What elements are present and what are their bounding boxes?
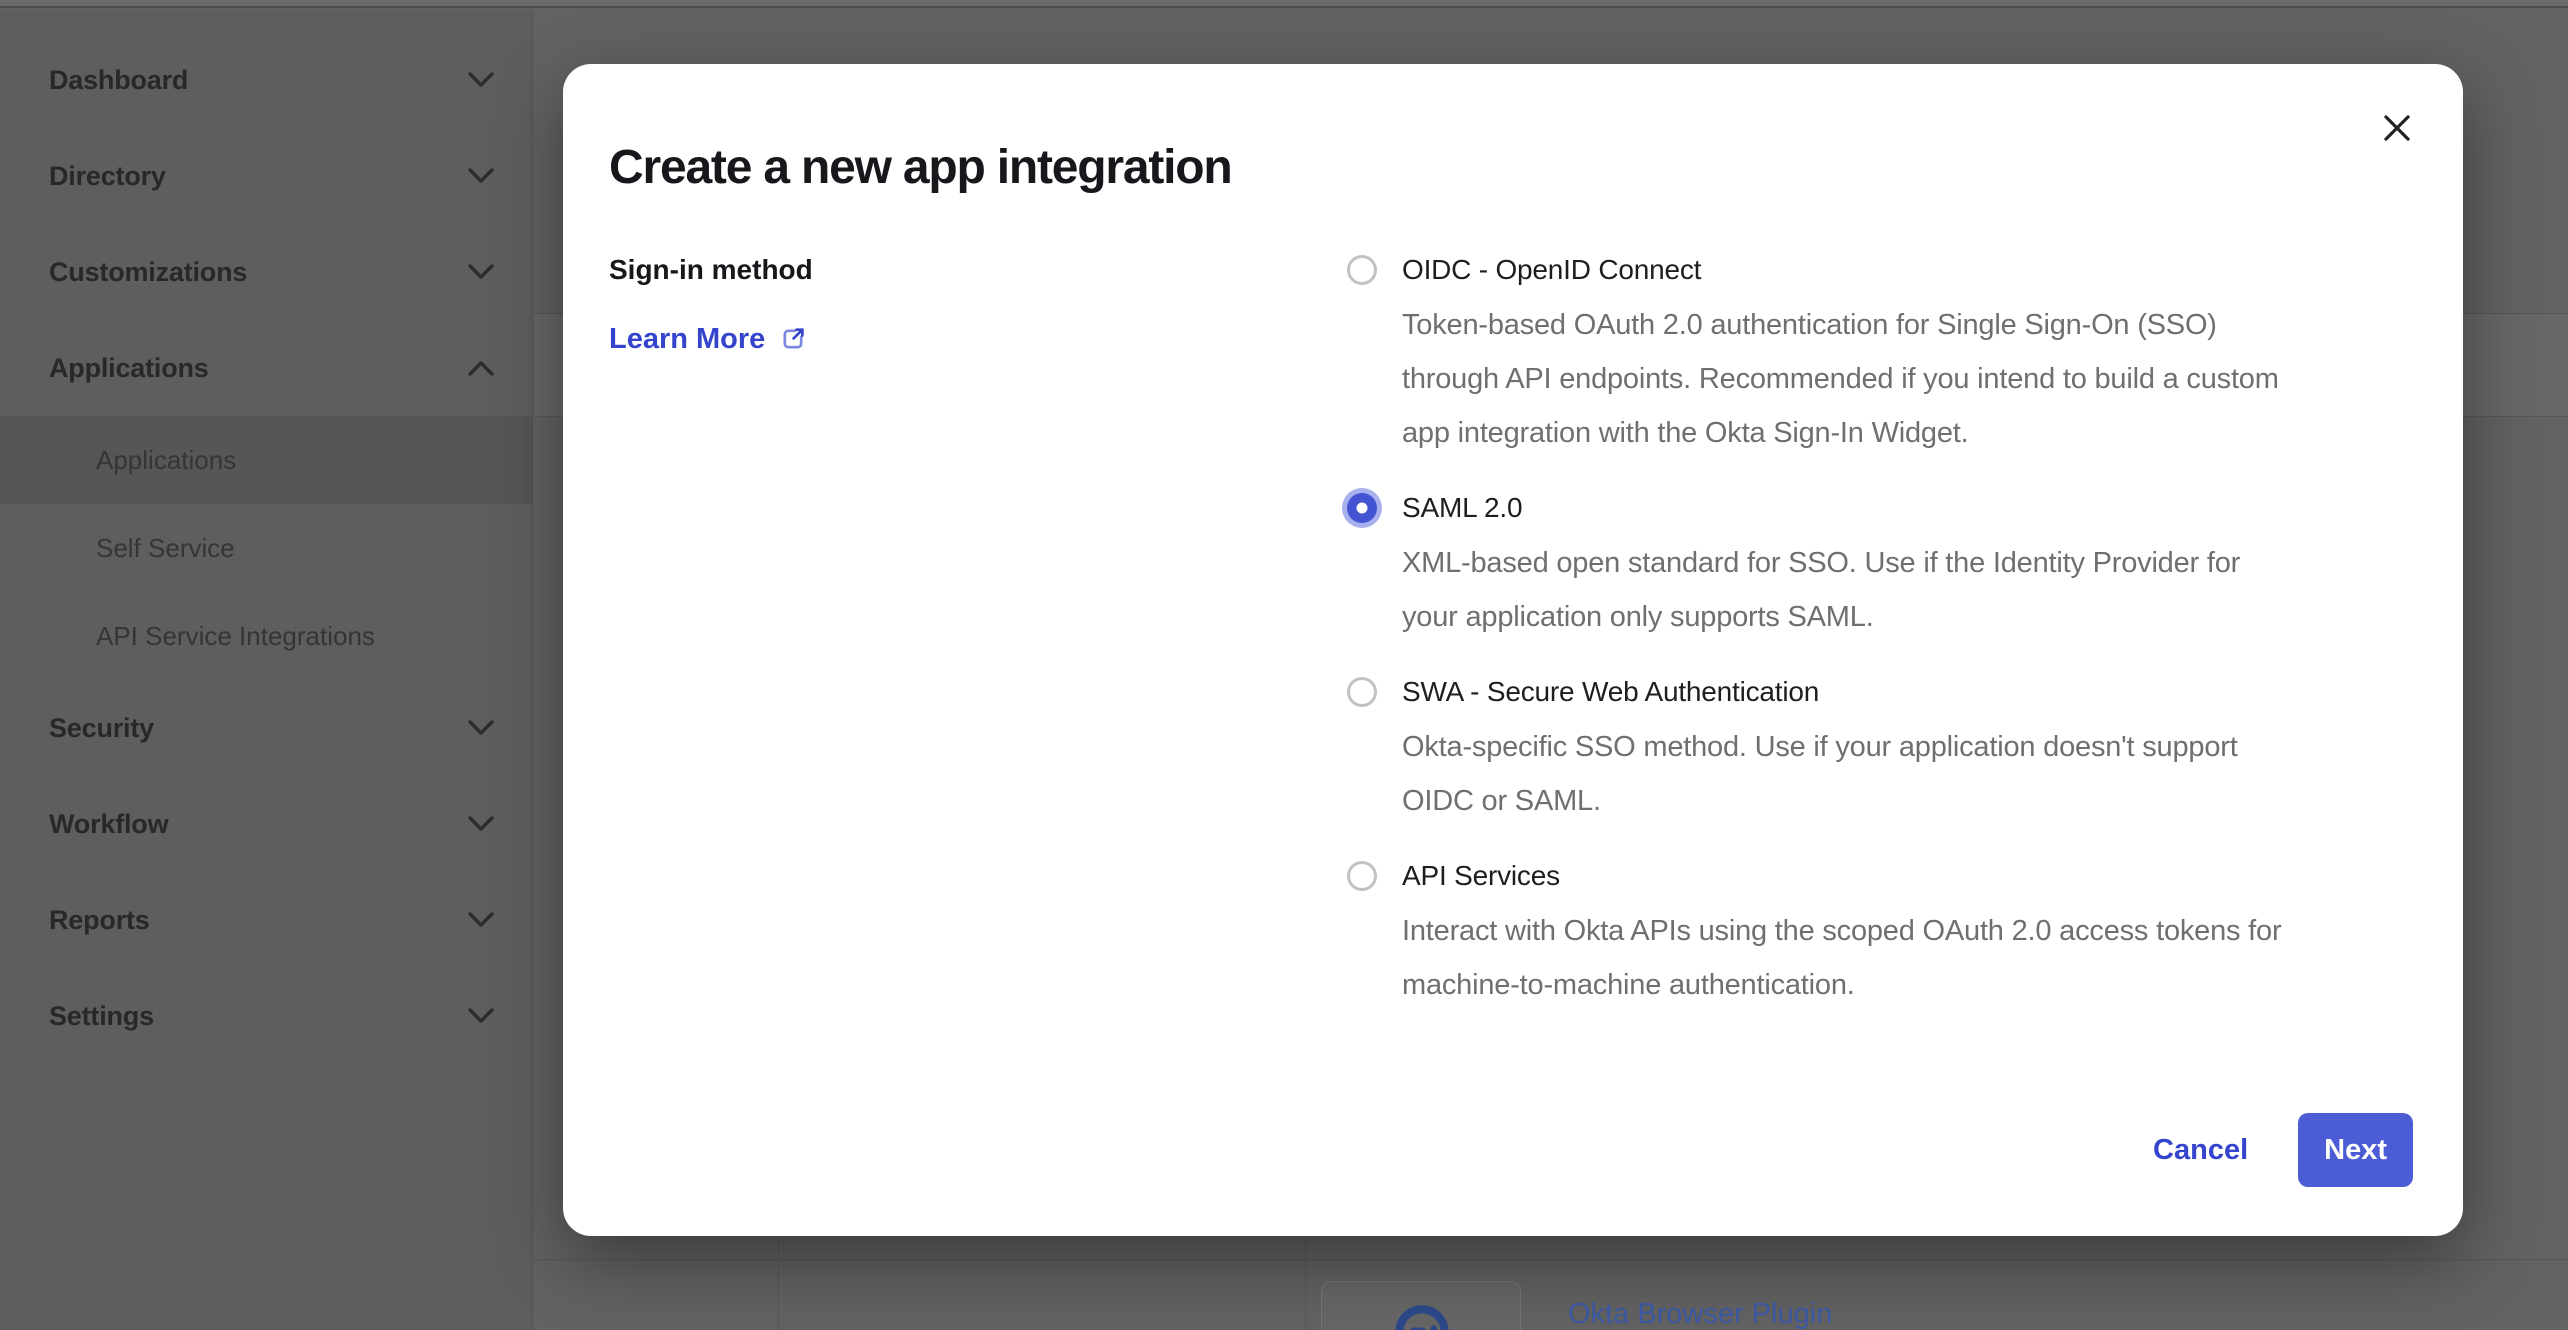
option-swa: SWA - Secure Web Authentication Okta-spe… xyxy=(1347,670,2427,828)
radio-button-unselected[interactable] xyxy=(1347,861,1377,891)
radio-option-oidc[interactable]: OIDC - OpenID Connect xyxy=(1347,248,2427,292)
modal-footer: Cancel Next xyxy=(2153,1113,2413,1187)
radio-option-label: SWA - Secure Web Authentication xyxy=(1402,676,1819,708)
radio-option-description: XML-based open standard for SSO. Use if … xyxy=(1402,536,2427,644)
option-oidc: OIDC - OpenID Connect Token-based OAuth … xyxy=(1347,248,2427,460)
radio-button-unselected[interactable] xyxy=(1347,677,1377,707)
radio-option-label: API Services xyxy=(1402,860,1560,892)
cancel-button[interactable]: Cancel xyxy=(2153,1134,2248,1167)
radio-option-description: Token-based OAuth 2.0 authentication for… xyxy=(1402,298,2427,460)
radio-option-saml[interactable]: SAML 2.0 xyxy=(1347,486,2427,530)
radio-button-unselected[interactable] xyxy=(1347,255,1377,285)
radio-option-description: Interact with Okta APIs using the scoped… xyxy=(1402,904,2427,1012)
close-icon[interactable] xyxy=(2375,106,2419,150)
sign-in-method-label: Sign-in method xyxy=(609,252,813,288)
external-link-icon xyxy=(779,325,807,353)
sign-in-method-options: OIDC - OpenID Connect Token-based OAuth … xyxy=(1347,248,2427,1038)
radio-option-swa[interactable]: SWA - Secure Web Authentication xyxy=(1347,670,2427,714)
learn-more-link[interactable]: Learn More xyxy=(609,321,807,357)
radio-option-label: OIDC - OpenID Connect xyxy=(1402,254,1701,286)
radio-option-label: SAML 2.0 xyxy=(1402,492,1522,524)
option-saml: SAML 2.0 XML-based open standard for SSO… xyxy=(1347,486,2427,644)
radio-option-api-services[interactable]: API Services xyxy=(1347,854,2427,898)
create-app-integration-modal: Create a new app integration Sign-in met… xyxy=(563,64,2463,1236)
okta-admin-screen: Dashboard Directory Customizations Appli… xyxy=(0,0,2568,1330)
modal-title: Create a new app integration xyxy=(609,139,1232,197)
radio-button-selected[interactable] xyxy=(1347,493,1377,523)
next-button[interactable]: Next xyxy=(2298,1113,2413,1187)
radio-option-description: Okta-specific SSO method. Use if your ap… xyxy=(1402,720,2427,828)
option-api-services: API Services Interact with Okta APIs usi… xyxy=(1347,854,2427,1012)
learn-more-label: Learn More xyxy=(609,321,765,357)
